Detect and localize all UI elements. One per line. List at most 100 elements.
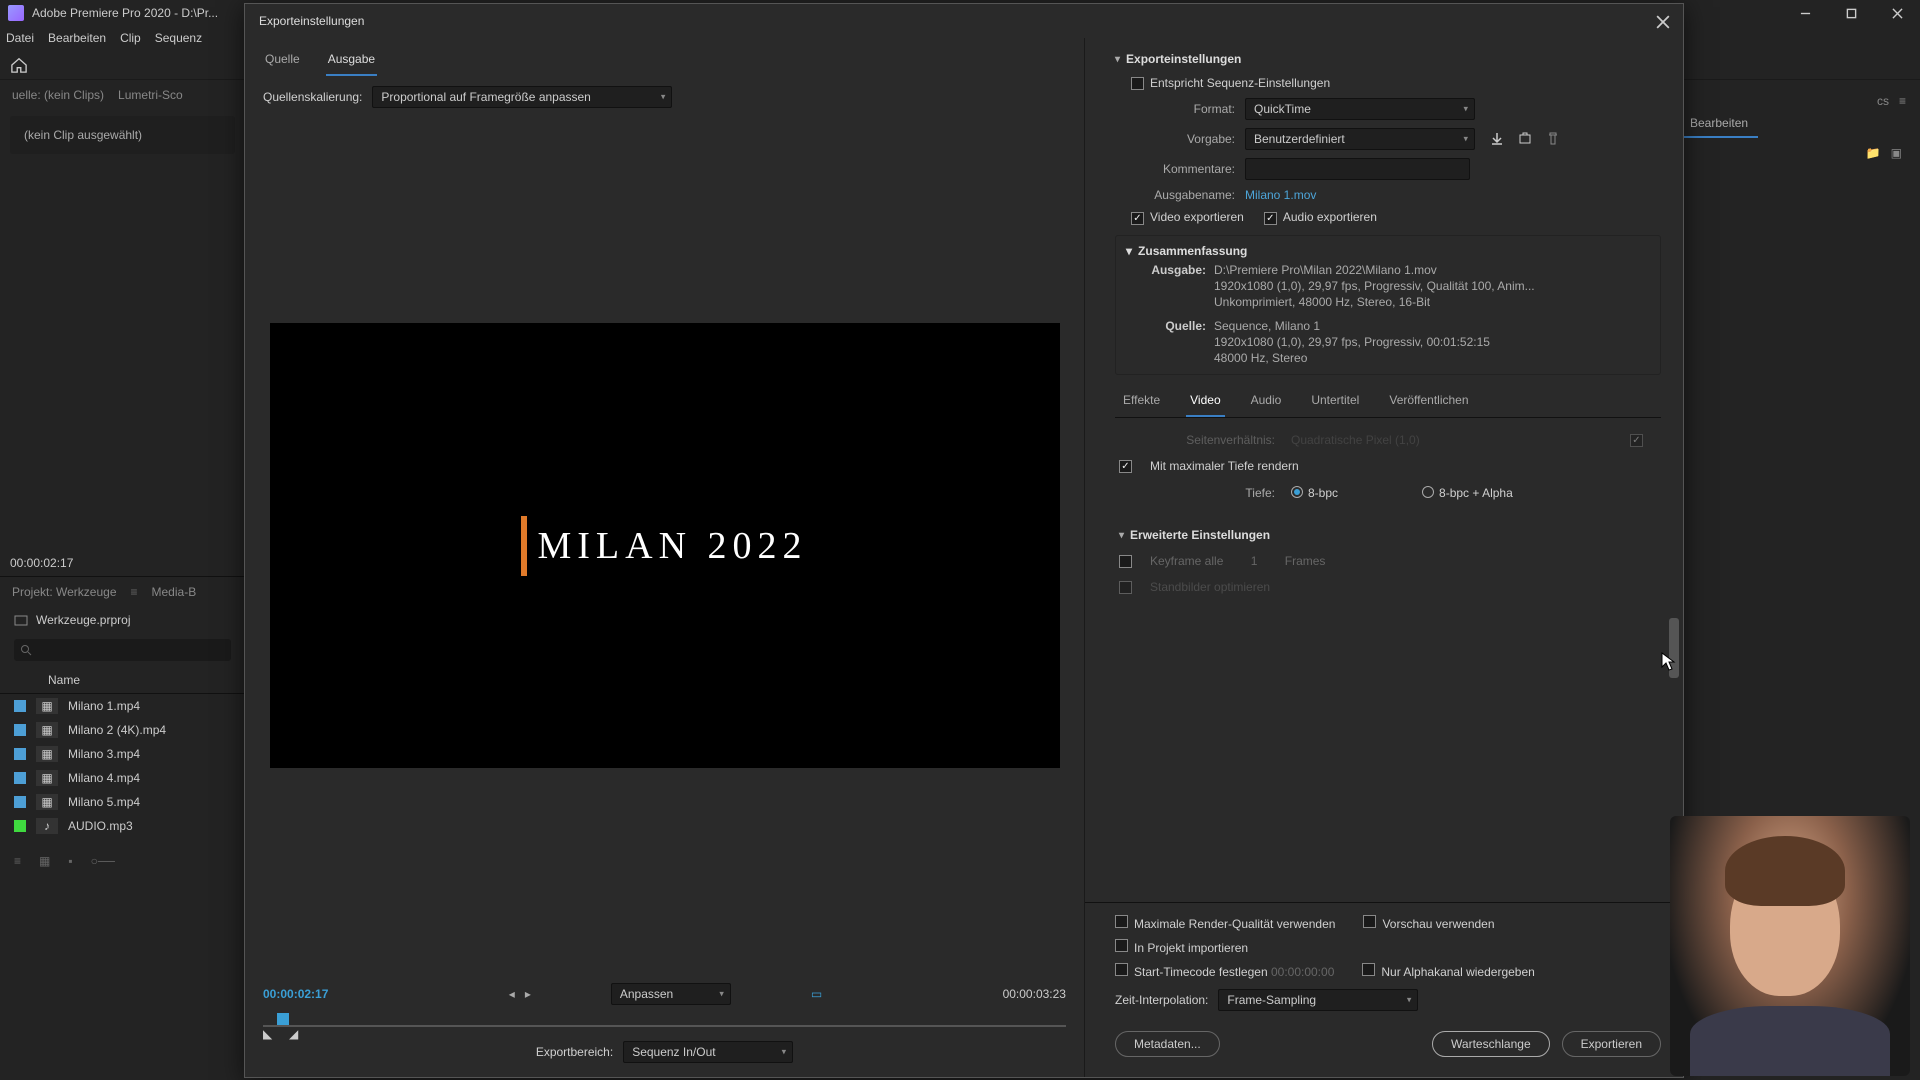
video-settings-panel: Seitenverhältnis: Quadratische Pixel (1,…	[1115, 418, 1661, 604]
menu-clip[interactable]: Clip	[120, 31, 141, 45]
icon-view-icon[interactable]: ▦	[39, 854, 50, 868]
video-clip-icon: ▦	[36, 722, 58, 738]
preview-timeline[interactable]: ◣ ◢	[263, 1015, 1066, 1031]
delete-preset-icon[interactable]	[1545, 131, 1561, 147]
list-item[interactable]: ▦Milano 5.mp4	[0, 790, 245, 814]
project-name: Werkzeuge.prproj	[36, 613, 131, 627]
summary-source-audio: 48000 Hz, Stereo	[1214, 351, 1307, 365]
tab-subtitles[interactable]: Untertitel	[1307, 385, 1363, 417]
summary-output-audio: Unkomprimiert, 48000 Hz, Stereo, 16-Bit	[1214, 295, 1430, 309]
right-bg-panel: cs ≡ Bearbeiten 📁 ▣	[1680, 92, 1910, 168]
advanced-settings-header[interactable]: Erweiterte Einstellungen	[1130, 528, 1270, 542]
zoom-fit-select[interactable]: Anpassen▾	[611, 983, 731, 1005]
summary-output-spec: 1920x1080 (1,0), 29,97 fps, Progressiv, …	[1214, 279, 1535, 293]
app-logo-icon	[8, 5, 24, 21]
export-button[interactable]: Exportieren	[1562, 1031, 1661, 1057]
project-panel-tab: Projekt: Werkzeuge	[12, 585, 117, 599]
dialog-close-button[interactable]	[1653, 12, 1673, 32]
play-forward-icon[interactable]: ▸	[525, 987, 531, 1001]
max-depth-checkbox[interactable]	[1119, 460, 1132, 473]
summary-block: ▾Zusammenfassung Ausgabe:D:\Premiere Pro…	[1115, 235, 1661, 375]
media-browser-tab: Media-B	[152, 585, 197, 599]
menu-file[interactable]: Datei	[6, 31, 34, 45]
list-item[interactable]: ▦Milano 4.mp4	[0, 766, 245, 790]
video-clip-icon: ▦	[36, 698, 58, 714]
new-item-icon: ▣	[1891, 146, 1902, 160]
comments-input[interactable]	[1245, 158, 1470, 180]
menu-sequence[interactable]: Sequenz	[155, 31, 202, 45]
timecode-current[interactable]: 00:00:02:17	[263, 987, 328, 1001]
output-name-link[interactable]: Milano 1.mov	[1245, 188, 1316, 202]
bg-source-tab: uelle: (kein Clips)	[12, 88, 104, 102]
import-project-checkbox[interactable]	[1115, 939, 1128, 952]
tab-output[interactable]: Ausgabe	[326, 46, 377, 76]
alpha-only-checkbox[interactable]	[1362, 963, 1375, 976]
use-preview-checkbox[interactable]	[1363, 915, 1376, 928]
depth-8bpc-alpha-radio[interactable]	[1422, 486, 1434, 498]
match-sequence-checkbox[interactable]	[1131, 77, 1144, 90]
summary-source-spec: 1920x1080 (1,0), 29,97 fps, Progressiv, …	[1214, 335, 1490, 349]
summary-header[interactable]: ▾Zusammenfassung	[1126, 244, 1650, 262]
dialog-titlebar[interactable]: Exporteinstellungen	[245, 4, 1683, 38]
optimize-stills-checkbox[interactable]	[1119, 581, 1132, 594]
video-clip-icon: ▦	[36, 746, 58, 762]
no-clip-label: (kein Clip ausgewählt)	[10, 116, 235, 154]
freeform-view-icon[interactable]: ▪	[68, 854, 72, 868]
list-view-icon[interactable]: ≡	[14, 854, 21, 868]
list-item[interactable]: ♪AUDIO.mp3	[0, 814, 245, 838]
depth-8bpc-radio[interactable]	[1291, 486, 1303, 498]
save-preset-icon[interactable]	[1489, 131, 1505, 147]
source-scaling-select[interactable]: Proportional auf Framegröße anpassen▾	[372, 86, 672, 108]
preset-select[interactable]: Benutzerdefiniert▾	[1245, 128, 1475, 150]
aspect-link-checkbox[interactable]	[1630, 434, 1643, 447]
comments-label: Kommentare:	[1115, 162, 1245, 176]
folder-icon: 📁	[1866, 146, 1881, 160]
queue-button[interactable]: Warteschlange	[1432, 1031, 1550, 1057]
export-settings-section-header[interactable]: ▾Exporteinstellungen	[1115, 44, 1661, 72]
home-icon[interactable]	[10, 57, 28, 73]
settings-panel: ▾Exporteinstellungen Entspricht Sequenz-…	[1085, 38, 1683, 1077]
tab-audio[interactable]: Audio	[1247, 385, 1286, 417]
preview-title-text: Milan 2022	[537, 524, 807, 568]
name-column-header[interactable]: Name	[0, 667, 245, 694]
match-sequence-label: Entspricht Sequenz-Einstellungen	[1150, 76, 1330, 90]
tab-effects[interactable]: Effekte	[1119, 385, 1164, 417]
import-preset-icon[interactable]	[1517, 131, 1533, 147]
list-item[interactable]: ▦Milano 1.mp4	[0, 694, 245, 718]
time-interpolation-select[interactable]: Frame-Sampling▾	[1218, 989, 1418, 1011]
window-minimize-button[interactable]	[1782, 0, 1828, 26]
menu-edit[interactable]: Bearbeiten	[48, 31, 106, 45]
start-timecode-checkbox[interactable]	[1115, 963, 1128, 976]
list-item[interactable]: ▦Milano 2 (4K).mp4	[0, 718, 245, 742]
tab-source[interactable]: Quelle	[263, 46, 302, 76]
max-depth-label: Mit maximaler Tiefe rendern	[1150, 459, 1299, 473]
metadata-button[interactable]: Metadaten...	[1115, 1031, 1220, 1057]
export-range-select[interactable]: Sequenz In/Out▾	[623, 1041, 793, 1063]
window-maximize-button[interactable]	[1828, 0, 1874, 26]
window-title: Adobe Premiere Pro 2020 - D:\Pr...	[32, 6, 218, 20]
window-close-button[interactable]	[1874, 0, 1920, 26]
preview-canvas: Milan 2022	[270, 323, 1060, 768]
codec-tabs: Effekte Video Audio Untertitel Veröffent…	[1115, 385, 1661, 418]
search-icon	[20, 644, 32, 656]
aspect-ratio-icon[interactable]: ▭	[811, 987, 822, 1001]
keyframe-all-checkbox[interactable]	[1119, 555, 1132, 568]
zoom-slider[interactable]: ○──	[91, 854, 115, 868]
tab-publish[interactable]: Veröffentlichen	[1385, 385, 1472, 417]
list-item[interactable]: ▦Milano 3.mp4	[0, 742, 245, 766]
bottom-options: Maximale Render-Qualität verwenden Vorsc…	[1085, 902, 1683, 1021]
export-video-checkbox[interactable]	[1131, 212, 1144, 225]
webcam-overlay	[1670, 816, 1910, 1076]
bg-timecode: 00:00:02:17	[0, 550, 245, 576]
export-audio-checkbox[interactable]	[1264, 212, 1277, 225]
project-file-list: ▦Milano 1.mp4 ▦Milano 2 (4K).mp4 ▦Milano…	[0, 694, 245, 838]
project-search-input[interactable]	[14, 639, 231, 661]
audio-clip-icon: ♪	[36, 818, 58, 834]
playhead-icon[interactable]	[277, 1013, 289, 1025]
format-select[interactable]: QuickTime▾	[1245, 98, 1475, 120]
play-backward-icon[interactable]: ◂	[509, 987, 515, 1001]
project-panel-tools: ≡ ▦ ▪ ○──	[0, 846, 245, 876]
tab-video[interactable]: Video	[1186, 385, 1224, 417]
max-render-checkbox[interactable]	[1115, 915, 1128, 928]
export-video-label: Video exportieren	[1150, 210, 1244, 224]
